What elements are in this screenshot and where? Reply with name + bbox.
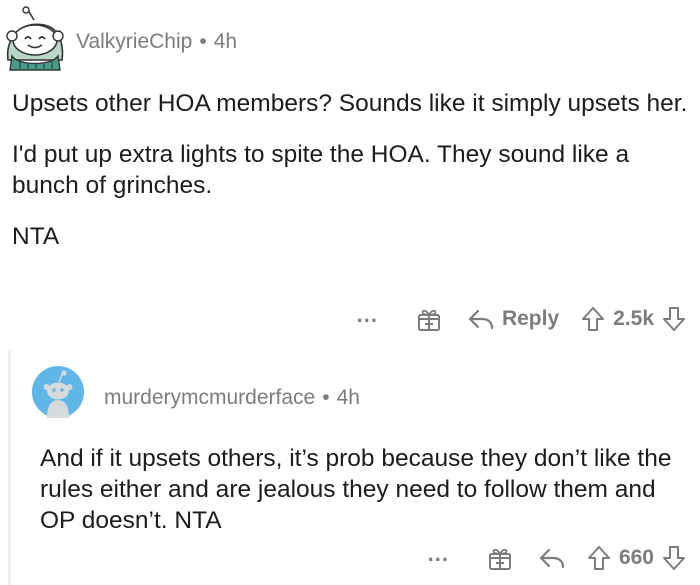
upvote-arrow-icon[interactable] [587, 545, 611, 571]
username-link[interactable]: ValkyrieChip [76, 30, 192, 53]
thread-line[interactable] [8, 350, 11, 585]
vote-count: 2.5k [613, 307, 654, 330]
award-gift-icon[interactable] [487, 545, 513, 571]
comment-actions: ... Reply 2.5k [357, 301, 686, 337]
user-avatar[interactable] [32, 366, 84, 418]
more-options-button[interactable]: ... [428, 543, 449, 565]
comment-meta: ValkyrieChip • 4h [76, 30, 237, 54]
vote-controls: 660 [587, 545, 686, 571]
reply-button[interactable]: Reply [468, 307, 559, 331]
timestamp[interactable]: 4h [337, 386, 360, 409]
separator-dot: • [199, 30, 207, 53]
downvote-arrow-icon[interactable] [662, 545, 686, 571]
reply-meta: murderymcmurderface • 4h [104, 386, 360, 410]
comment-thread: ValkyrieChip • 4h Upsets other HOA members… [0, 0, 700, 585]
snoo-default-avatar-icon [32, 366, 84, 418]
reply-paragraph: And if it upsets others, it’s prob becau… [40, 445, 672, 534]
reply-body: And if it upsets others, it’s prob becau… [40, 443, 690, 536]
more-options-button[interactable]: ... [357, 304, 378, 326]
reply-arrow-icon [468, 308, 494, 330]
reply-label: Reply [501, 307, 560, 330]
comment-paragraph: NTA [12, 223, 60, 250]
comment-body: Upsets other HOA members? Sounds like it… [12, 88, 692, 272]
user-avatar[interactable] [4, 6, 66, 72]
downvote-arrow-icon[interactable] [662, 306, 686, 332]
upvote-arrow-icon[interactable] [581, 306, 605, 332]
comment-paragraph: I'd put up extra lights to spite the HOA… [12, 141, 630, 199]
vote-count: 660 [618, 546, 654, 569]
vote-controls: 2.5k [581, 306, 686, 332]
timestamp[interactable]: 4h [214, 30, 237, 53]
award-gift-icon[interactable] [416, 306, 442, 332]
snoo-avatar-icon [6, 6, 64, 71]
reply-arrow-icon [539, 547, 565, 569]
reply-button[interactable] [539, 547, 565, 569]
separator-dot: • [322, 386, 330, 409]
username-link[interactable]: murderymcmurderface [104, 386, 315, 409]
comment-paragraph: Upsets other HOA members? Sounds like it… [12, 90, 688, 117]
reply-actions: ... 660 [428, 540, 686, 576]
